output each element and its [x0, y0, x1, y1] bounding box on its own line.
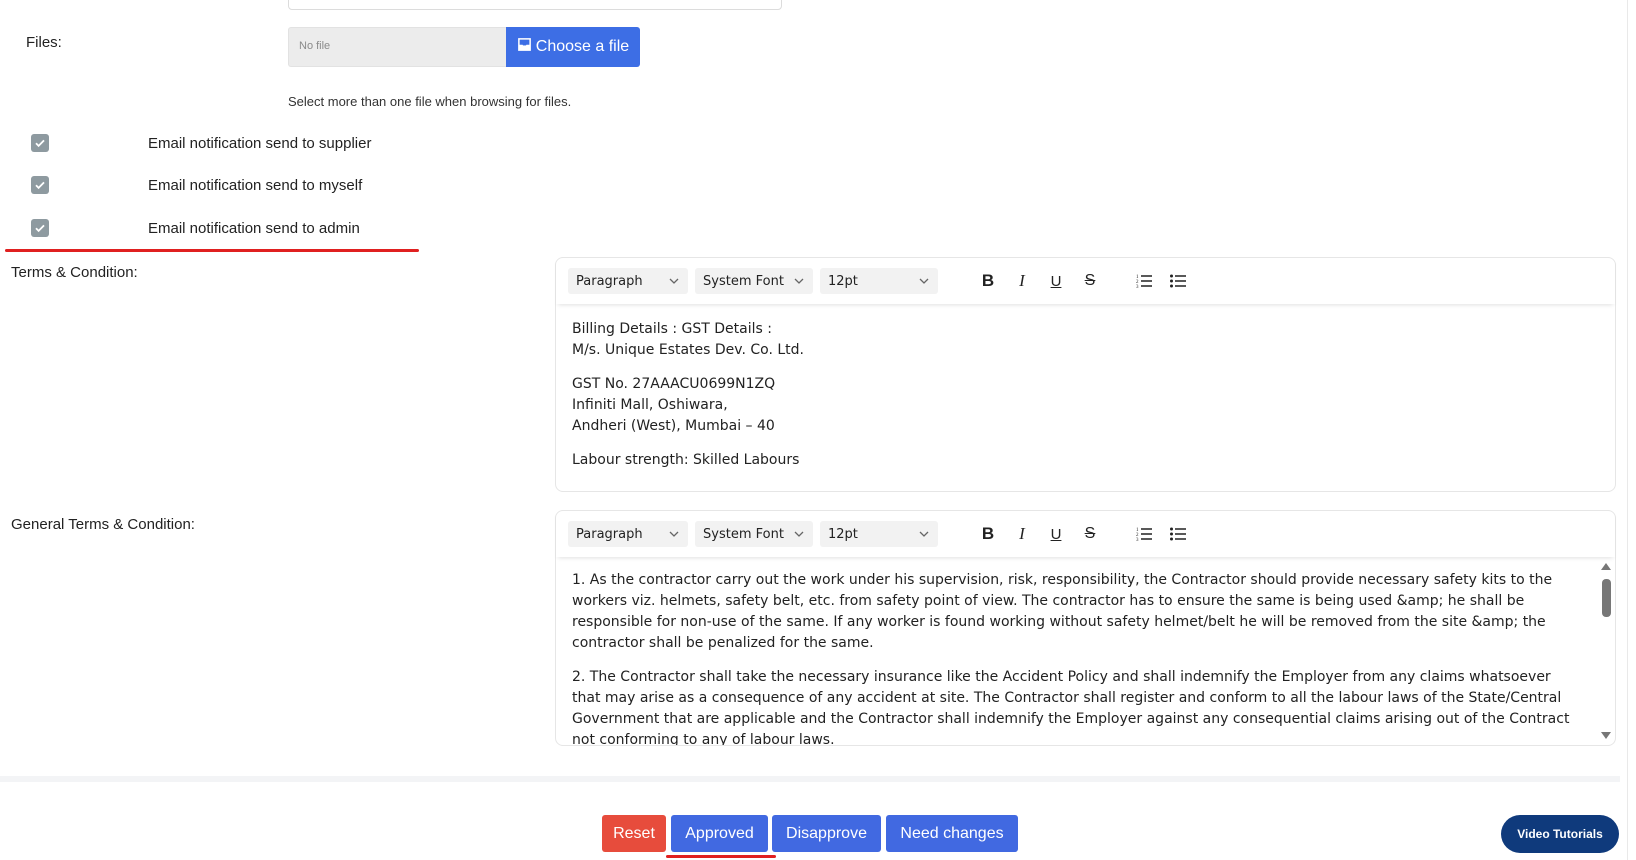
- strikethrough-icon: S: [1084, 272, 1096, 289]
- notify-supplier-label: Email notification send to supplier: [148, 134, 372, 152]
- format-value: Paragraph: [576, 273, 643, 289]
- bullet-list-button[interactable]: [1161, 519, 1195, 549]
- choose-file-button[interactable]: Choose a file: [506, 27, 640, 67]
- chevron-down-icon: [669, 278, 679, 284]
- terms-paragraph: GST No. 27AAACU0699N1ZQ Infiniti Mall, O…: [572, 376, 776, 434]
- svg-text:3: 3: [1136, 285, 1139, 290]
- file-name-display[interactable]: No file: [288, 27, 506, 67]
- numbered-list-button[interactable]: 123: [1127, 519, 1161, 549]
- chevron-down-icon: [794, 278, 804, 284]
- scroll-up-arrow-icon[interactable]: [1601, 563, 1611, 570]
- need-changes-button[interactable]: Need changes: [886, 815, 1018, 852]
- editor-scrollbar[interactable]: [1597, 557, 1615, 745]
- terms-label: Terms & Condition:: [11, 264, 138, 281]
- terms-toolbar: Paragraph System Font 12pt B I U S 123: [556, 258, 1615, 304]
- italic-icon: I: [1019, 271, 1025, 290]
- notify-myself-label: Email notification send to myself: [148, 176, 363, 194]
- bold-button[interactable]: B: [971, 266, 1005, 296]
- notify-myself-row: Email notification send to myself: [31, 176, 362, 194]
- underline-icon: U: [1050, 272, 1062, 290]
- terms-paragraph: Labour strength: Skilled Labours: [572, 452, 800, 468]
- underline-button[interactable]: U: [1039, 266, 1073, 296]
- italic-button[interactable]: I: [1005, 519, 1039, 549]
- notify-admin-label: Email notification send to admin: [148, 219, 360, 237]
- reset-button[interactable]: Reset: [602, 815, 666, 852]
- scroll-thumb[interactable]: [1602, 579, 1611, 617]
- bullet-list-button[interactable]: [1161, 266, 1195, 296]
- chevron-down-icon: [919, 278, 929, 284]
- files-label: Files:: [26, 34, 62, 51]
- notify-supplier-row: Email notification send to supplier: [31, 134, 371, 152]
- terms-paragraph: Billing Details : GST Details : M/s. Uni…: [572, 321, 804, 358]
- notify-admin-checkbox[interactable]: [31, 219, 49, 237]
- format-select[interactable]: Paragraph: [568, 268, 688, 294]
- general-terms-label: General Terms & Condition:: [11, 516, 195, 533]
- disapprove-button[interactable]: Disapprove: [772, 815, 881, 852]
- footer-divider: [0, 776, 1620, 782]
- general-terms-content[interactable]: 1. As the contractor carry out the work …: [556, 557, 1615, 745]
- general-terms-toolbar: Paragraph System Font 12pt B I U S 123: [556, 511, 1615, 557]
- chevron-down-icon: [919, 531, 929, 537]
- page-edge-divider: [1627, 0, 1628, 860]
- approved-button[interactable]: Approved: [671, 815, 768, 852]
- format-select[interactable]: Paragraph: [568, 521, 688, 547]
- page: Files: No file Choose a file Select more…: [0, 0, 1636, 860]
- font-value: System Font: [703, 526, 784, 542]
- check-icon: [35, 224, 45, 233]
- underline-button[interactable]: U: [1039, 519, 1073, 549]
- check-icon: [35, 139, 45, 148]
- numbered-list-icon: 123: [1136, 275, 1152, 290]
- numbered-list-icon: 123: [1136, 528, 1152, 543]
- notify-myself-checkbox[interactable]: [31, 176, 49, 194]
- check-icon: [35, 181, 45, 190]
- size-select[interactable]: 12pt: [820, 521, 938, 547]
- highlight-underline: [5, 249, 419, 252]
- strikethrough-icon: S: [1084, 525, 1096, 542]
- font-select[interactable]: System Font: [695, 268, 813, 294]
- italic-icon: I: [1019, 524, 1025, 543]
- font-value: System Font: [703, 273, 784, 289]
- font-select[interactable]: System Font: [695, 521, 813, 547]
- size-select[interactable]: 12pt: [820, 268, 938, 294]
- strikethrough-button[interactable]: S: [1073, 266, 1107, 296]
- bullet-list-icon: [1170, 527, 1186, 541]
- files-hint: Select more than one file when browsing …: [288, 94, 572, 109]
- text-input-cropped[interactable]: [288, 0, 782, 10]
- chevron-down-icon: [669, 531, 679, 537]
- general-terms-paragraph: 2. The Contractor shall take the necessa…: [572, 669, 1570, 745]
- notify-supplier-checkbox[interactable]: [31, 134, 49, 152]
- scroll-down-arrow-icon[interactable]: [1601, 732, 1611, 739]
- italic-button[interactable]: I: [1005, 266, 1039, 296]
- terms-editor: Paragraph System Font 12pt B I U S 123 B…: [555, 257, 1616, 492]
- highlight-underline: [666, 855, 776, 858]
- bold-icon: B: [981, 524, 995, 543]
- numbered-list-button[interactable]: 123: [1127, 266, 1161, 296]
- bold-button[interactable]: B: [971, 519, 1005, 549]
- underline-icon: U: [1050, 525, 1062, 543]
- terms-content[interactable]: Billing Details : GST Details : M/s. Uni…: [556, 304, 1615, 491]
- video-tutorials-button[interactable]: Video Tutorials: [1501, 815, 1619, 853]
- bullet-list-icon: [1170, 274, 1186, 288]
- notify-admin-row: Email notification send to admin: [31, 219, 360, 237]
- choose-file-label: Choose a file: [535, 38, 630, 55]
- strikethrough-button[interactable]: S: [1073, 519, 1107, 549]
- inbox-icon: [517, 37, 532, 57]
- svg-text:3: 3: [1136, 538, 1139, 543]
- chevron-down-icon: [794, 531, 804, 537]
- size-value: 12pt: [828, 273, 858, 289]
- bold-icon: B: [981, 271, 995, 290]
- general-terms-editor: Paragraph System Font 12pt B I U S 123 1…: [555, 510, 1616, 746]
- format-value: Paragraph: [576, 526, 643, 542]
- size-value: 12pt: [828, 526, 858, 542]
- general-terms-paragraph: 1. As the contractor carry out the work …: [572, 572, 1553, 651]
